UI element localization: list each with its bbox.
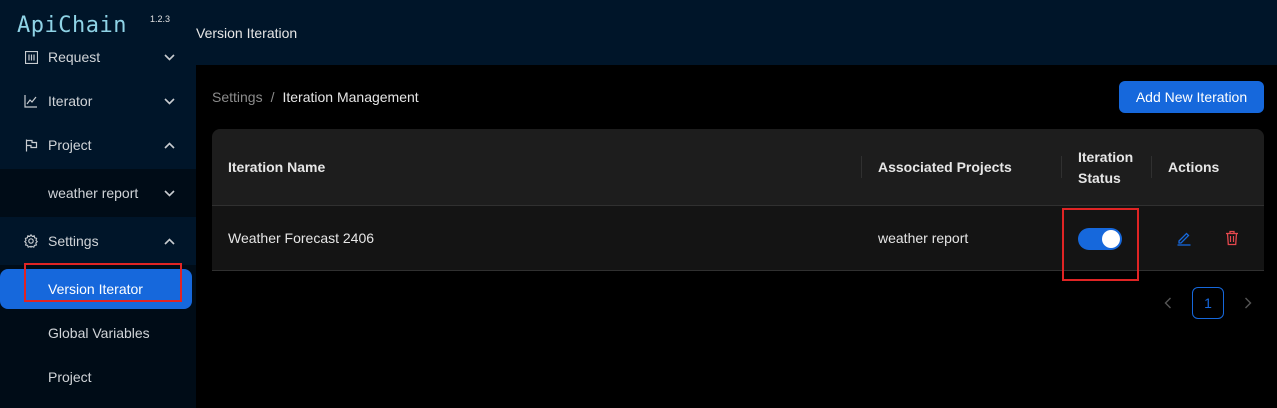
request-icon xyxy=(24,50,38,64)
table-row: Weather Forecast 2406 weather report xyxy=(212,206,1264,271)
breadcrumb-parent[interactable]: Settings xyxy=(212,89,263,105)
top-header: Version Iteration xyxy=(196,0,1277,65)
sidebar-item-settings-project[interactable]: Project xyxy=(0,355,196,399)
chevron-up-icon xyxy=(163,139,175,151)
chevron-right-icon[interactable] xyxy=(1240,295,1256,311)
sidebar-item-request[interactable]: Request xyxy=(0,35,196,79)
sidebar-item-label: weather report xyxy=(48,185,139,201)
chevron-down-icon xyxy=(163,51,175,63)
iteration-table: Iteration Name Associated Projects Itera… xyxy=(212,129,1264,271)
header-iteration-status-line1: Iteration xyxy=(1078,149,1134,165)
cell-associated-projects: weather report xyxy=(878,230,969,246)
iteration-status-toggle[interactable] xyxy=(1078,228,1122,250)
sidebar-item-label: Request xyxy=(48,49,101,65)
column-divider xyxy=(1061,156,1062,178)
sidebar-item-label: Project xyxy=(48,369,92,385)
chevron-left-icon[interactable] xyxy=(1160,295,1176,311)
table-header: Iteration Name Associated Projects Itera… xyxy=(212,129,1264,206)
add-iteration-button[interactable]: Add New Iteration xyxy=(1119,81,1264,113)
chevron-down-icon xyxy=(163,95,175,107)
breadcrumb-current: Iteration Management xyxy=(282,89,419,105)
sidebar-item-project[interactable]: Project xyxy=(0,123,196,167)
sidebar-item-label: Version Iterator xyxy=(48,281,143,297)
header-iteration-status-line2: Status xyxy=(1078,170,1121,186)
header-iteration-name: Iteration Name xyxy=(228,159,326,175)
chevron-down-icon xyxy=(163,187,175,199)
sidebar-item-weather-report[interactable]: weather report xyxy=(0,171,196,215)
header-associated-projects: Associated Projects xyxy=(878,159,1012,175)
column-divider xyxy=(1151,156,1152,178)
cell-iteration-name: Weather Forecast 2406 xyxy=(228,230,375,246)
breadcrumb: Settings / Iteration Management xyxy=(212,89,419,105)
breadcrumb-separator: / xyxy=(270,89,275,105)
sidebar-item-label: Global Variables xyxy=(48,325,150,341)
sidebar-item-version-iterator[interactable]: Version Iterator xyxy=(0,269,192,309)
sidebar-item-global-variables[interactable]: Global Variables xyxy=(0,311,196,355)
sidebar-item-iterator[interactable]: Iterator xyxy=(0,79,196,123)
delete-icon[interactable] xyxy=(1223,229,1241,247)
flag-icon xyxy=(24,138,38,152)
app-version: 1.2.3 xyxy=(150,14,171,24)
chart-line-icon xyxy=(24,94,38,108)
toggle-knob xyxy=(1102,230,1120,248)
sidebar-item-label: Iterator xyxy=(48,93,93,109)
column-divider xyxy=(861,156,862,178)
page-title: Version Iteration xyxy=(196,25,298,41)
gear-icon xyxy=(24,234,38,248)
edit-icon[interactable] xyxy=(1175,229,1193,247)
header-actions: Actions xyxy=(1168,159,1220,175)
sidebar-item-settings[interactable]: Settings xyxy=(0,219,196,263)
sidebar-item-label: Project xyxy=(48,137,92,153)
chevron-up-icon xyxy=(163,235,175,247)
pagination-page[interactable]: 1 xyxy=(1192,287,1224,319)
sidebar: ApiChain 1.2.3 Request Iterator Project … xyxy=(0,0,196,408)
sidebar-item-label: Settings xyxy=(48,233,99,249)
